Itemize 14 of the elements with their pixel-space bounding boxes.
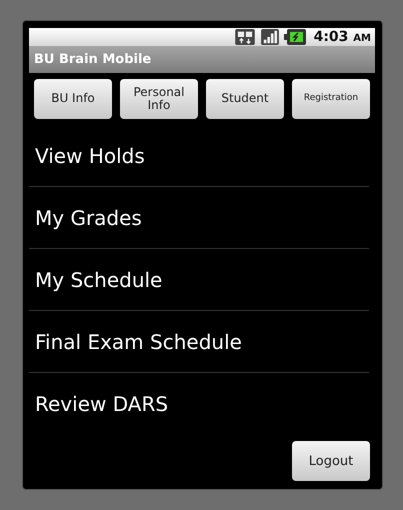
menu-item[interactable]: My Schedule <box>29 249 369 311</box>
tab-button[interactable]: Registration <box>292 79 370 119</box>
tab-button[interactable]: BU Info <box>34 79 112 119</box>
clock: 4:03 AM <box>314 29 371 45</box>
menu-item[interactable]: Final Exam Schedule <box>29 311 369 373</box>
logout-button[interactable]: Logout <box>292 441 370 481</box>
menu-item[interactable]: View Holds <box>29 125 369 187</box>
battery-icon <box>284 29 306 45</box>
app-title: BU Brain Mobile <box>34 52 152 67</box>
menu-item[interactable]: Review DARS <box>29 373 369 435</box>
menu-item[interactable]: My Grades <box>29 187 369 249</box>
tab-button[interactable]: Personal Info <box>120 79 198 119</box>
tab-button[interactable]: Student <box>206 79 284 119</box>
signal-icon <box>260 29 280 45</box>
